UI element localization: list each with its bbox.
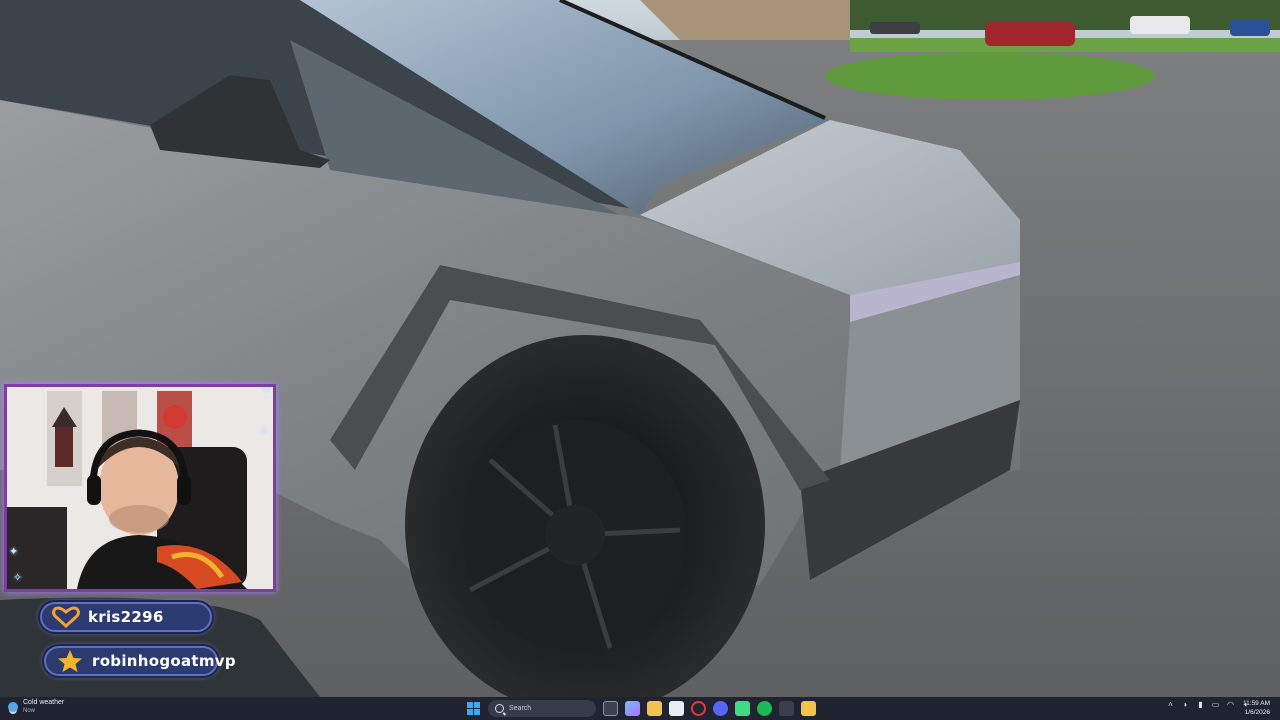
mic-icon[interactable]: ▮ [1196, 700, 1205, 709]
star-icon [56, 650, 84, 672]
weather-subtitle: Now [23, 708, 36, 714]
wifi-icon[interactable]: ◠ [1226, 700, 1235, 709]
streamer-webcam [7, 387, 273, 589]
taskbar: Cold weather Now Search ˄ ◗ ▮ ▭ ◠ ◖ 11:5… [0, 697, 1280, 720]
taskbar-search[interactable]: Search [488, 700, 596, 717]
taskbar-apps: Search [466, 699, 816, 718]
store-icon[interactable] [669, 701, 684, 716]
clock[interactable]: 11:59 AM 1/6/2026 [1243, 699, 1270, 717]
app-icon[interactable] [735, 701, 750, 716]
sparkle-icon: ✧ [13, 572, 23, 584]
system-tray: ˄ ◗ ▮ ▭ ◠ ◖ [1166, 700, 1250, 709]
task-view-icon[interactable] [603, 701, 618, 716]
clock-time: 11:59 AM [1243, 700, 1270, 707]
badge-username: kris2296 [88, 608, 164, 626]
clock-date: 1/6/2026 [1244, 709, 1270, 716]
webcam-overlay: ✦ ✦ ✧ ✧ [4, 384, 276, 592]
display-icon[interactable]: ▭ [1211, 700, 1220, 709]
weather-title: Cold weather [23, 699, 65, 706]
app-icon[interactable] [779, 701, 794, 716]
video-frame [0, 0, 1280, 697]
windows-icon [467, 702, 480, 715]
search-placeholder: Search [509, 705, 532, 712]
spotify-icon[interactable] [757, 701, 772, 716]
heart-icon [52, 606, 80, 629]
follower-badge-kris: kris2296 [40, 602, 212, 632]
subscriber-badge-robin: robinhogoatmvp [44, 646, 236, 676]
copilot-icon[interactable] [625, 701, 640, 716]
sparkle-icon: ✦ [262, 384, 272, 396]
file-explorer-icon[interactable] [647, 701, 662, 716]
sparkle-icon: ✦ [9, 546, 19, 558]
notes-icon[interactable] [801, 701, 816, 716]
cybertruck-scene [0, 0, 1280, 697]
weather-widget[interactable]: Cold weather Now [8, 699, 64, 715]
sparkle-icon: ✧ [259, 426, 269, 438]
badge-username: robinhogoatmvp [92, 652, 236, 670]
weather-icon [8, 702, 18, 712]
discord-icon[interactable] [713, 701, 728, 716]
opera-icon[interactable] [691, 701, 706, 716]
network-icon[interactable]: ◗ [1181, 700, 1190, 709]
start-button[interactable] [466, 701, 481, 716]
chevron-up-icon[interactable]: ˄ [1166, 700, 1175, 709]
search-icon [495, 704, 504, 713]
